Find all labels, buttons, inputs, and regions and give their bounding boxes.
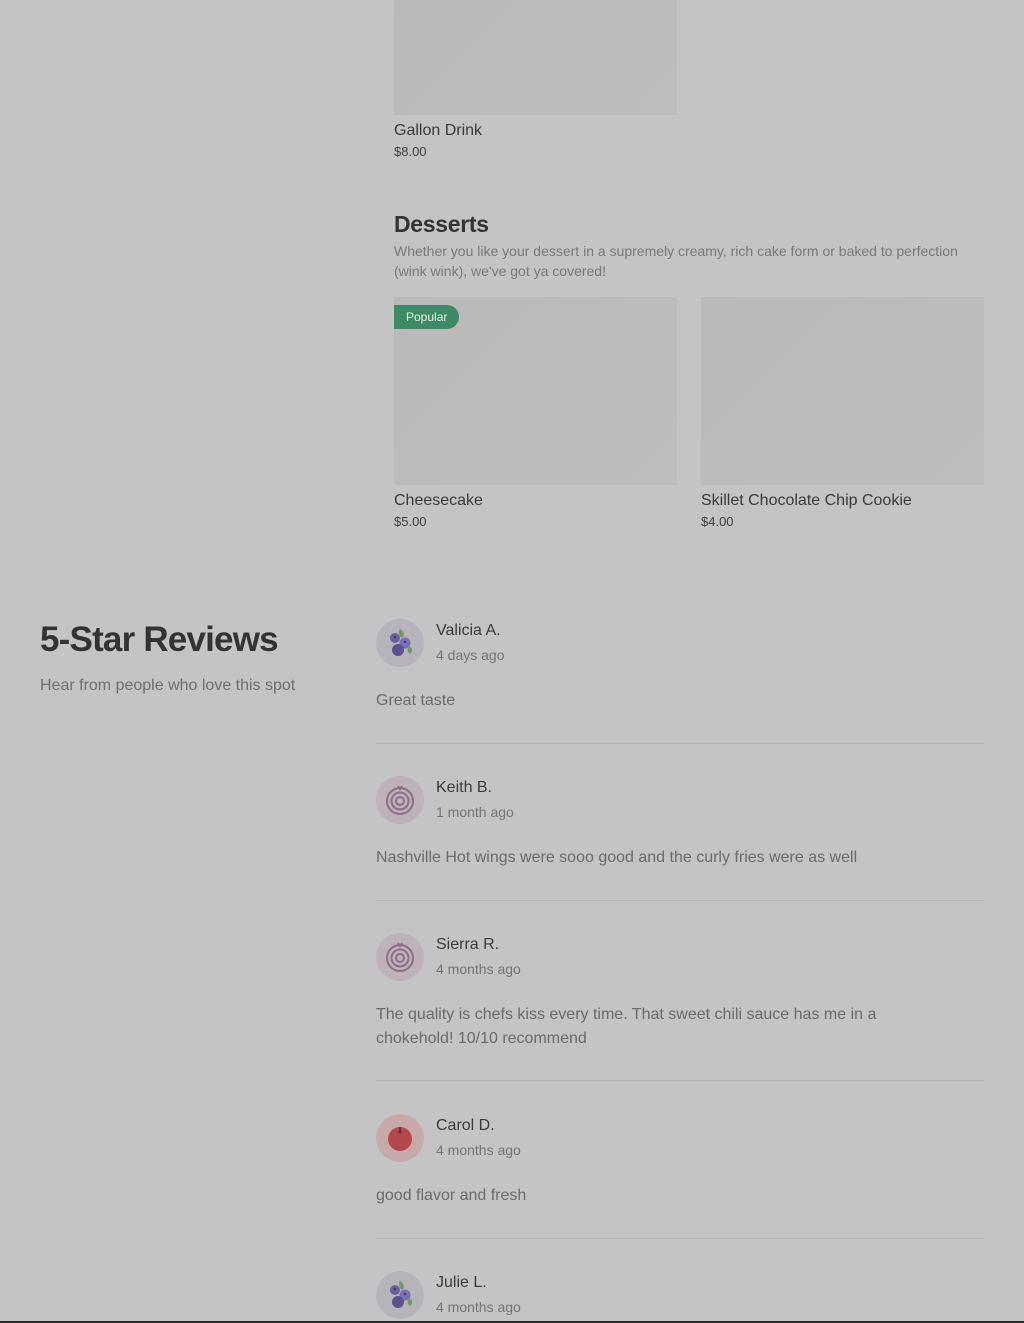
section-title-desserts: Desserts bbox=[394, 211, 489, 237]
reviewer-name: Julie L. bbox=[436, 1274, 487, 1291]
item-price: $4.00 bbox=[701, 514, 734, 529]
blueberry-icon bbox=[376, 619, 424, 667]
popular-badge: Popular bbox=[394, 305, 460, 329]
onion-icon bbox=[376, 933, 424, 981]
reviews-subtitle: Hear from people who love this spot bbox=[40, 677, 296, 694]
blueberry-icon bbox=[376, 1271, 424, 1319]
item-name: Skillet Chocolate Chip Cookie bbox=[701, 492, 912, 509]
review-text: Nashville Hot wings were sooo good and t… bbox=[376, 849, 858, 866]
review-divider bbox=[376, 743, 984, 744]
review-text: Great taste bbox=[376, 692, 456, 709]
review-time: 4 months ago bbox=[436, 1299, 521, 1315]
review-time: 4 months ago bbox=[436, 961, 521, 977]
review-card: Sierra R. 4 months ago The quality is ch… bbox=[376, 933, 984, 1057]
item-price: $5.00 bbox=[394, 514, 427, 529]
item-image-placeholder bbox=[394, 0, 677, 115]
item-name: Gallon Drink bbox=[394, 122, 483, 139]
review-card: Julie L. 4 months ago bbox=[376, 1271, 984, 1321]
review-time: 1 month ago bbox=[436, 804, 514, 820]
item-image-placeholder bbox=[701, 297, 984, 485]
reviewer-name: Sierra R. bbox=[436, 936, 500, 953]
review-divider bbox=[376, 900, 984, 901]
review-text: good flavor and fresh bbox=[376, 1187, 527, 1204]
review-text: The quality is chefs kiss every time. Th… bbox=[376, 1006, 877, 1047]
review-card: Carol D. 4 months ago good flavor and fr… bbox=[376, 1114, 984, 1214]
review-card: Keith B. 1 month ago Nashville Hot wings… bbox=[376, 776, 984, 876]
review-divider bbox=[376, 1238, 984, 1239]
menu-item-gallon-drink[interactable]: Gallon Drink $8.00 bbox=[394, 0, 677, 162]
reviews-title: 5-Star Reviews bbox=[40, 620, 279, 659]
item-image-placeholder: Popular bbox=[394, 297, 677, 485]
review-time: 4 days ago bbox=[436, 647, 505, 663]
reviewer-name: Carol D. bbox=[436, 1117, 495, 1134]
review-divider bbox=[376, 1080, 984, 1081]
item-price: $8.00 bbox=[394, 144, 427, 159]
menu-item-cheesecake[interactable]: Popular Cheesecake $5.00 bbox=[394, 297, 677, 532]
onion-icon bbox=[376, 776, 424, 824]
reviewer-name: Keith B. bbox=[436, 779, 493, 796]
section-description: Whether you like your dessert in a supre… bbox=[394, 243, 958, 279]
review-card: Valicia A. 4 days ago Great taste bbox=[376, 619, 984, 719]
menu-item-skillet-cookie[interactable]: Skillet Chocolate Chip Cookie $4.00 bbox=[701, 297, 984, 532]
review-time: 4 months ago bbox=[436, 1142, 521, 1158]
tomato-icon bbox=[376, 1114, 424, 1162]
item-name: Cheesecake bbox=[394, 492, 483, 509]
reviewer-name: Valicia A. bbox=[436, 622, 501, 639]
